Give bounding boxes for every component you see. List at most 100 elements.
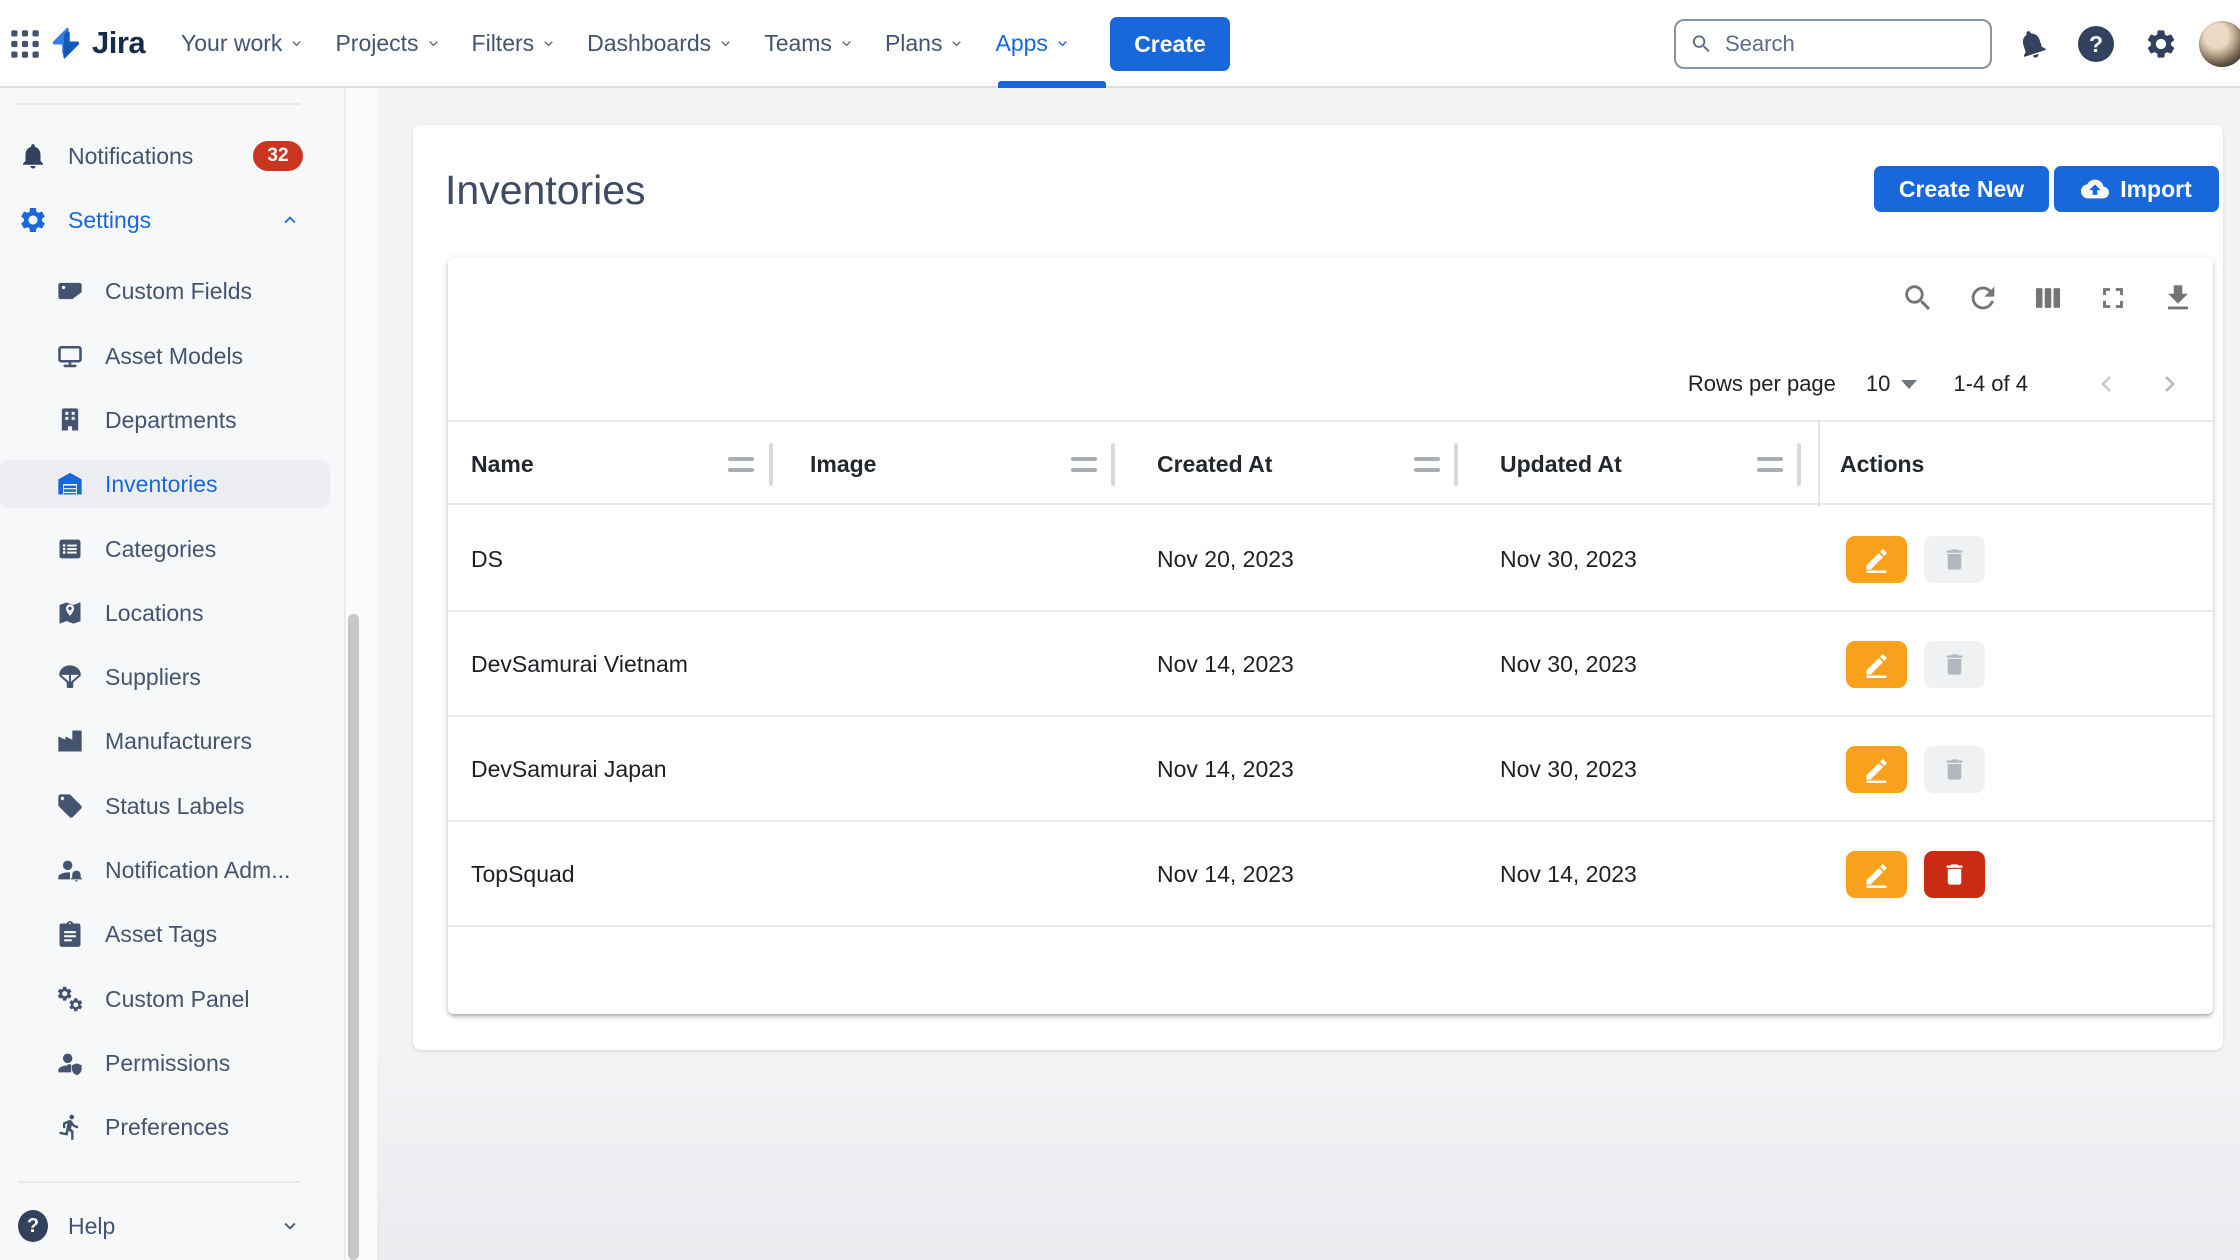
next-page-button[interactable] — [2150, 364, 2190, 404]
map-pin-icon — [55, 598, 85, 628]
table-toolbar — [1901, 258, 2195, 338]
sidebar-item-status-labels[interactable]: Status Labels — [0, 782, 345, 830]
column-resize-handle[interactable] — [1454, 443, 1458, 486]
column-header-name[interactable]: Name — [471, 422, 534, 507]
table-refresh-icon[interactable] — [1966, 281, 2000, 315]
nav-plans[interactable]: Plans — [885, 30, 966, 57]
column-header-updated-at[interactable]: Updated At — [1500, 422, 1622, 507]
create-new-button[interactable]: Create New — [1874, 166, 2049, 212]
sidebar-item-asset-tags[interactable]: Asset Tags — [0, 910, 345, 958]
pencil-icon — [1863, 756, 1890, 783]
monitor-icon — [55, 341, 85, 371]
table-row[interactable]: TopSquad Nov 14, 2023 Nov 14, 2023 — [448, 822, 2213, 927]
column-menu-icon[interactable] — [1071, 450, 1100, 479]
nav-projects[interactable]: Projects — [335, 30, 441, 57]
table-header-row: Name Image Created At Updated At Actions — [448, 420, 2213, 505]
sidebar-item-custom-panel[interactable]: Custom Panel — [0, 975, 345, 1023]
question-circle-icon: ? — [18, 1211, 48, 1241]
user-avatar[interactable] — [2199, 21, 2240, 67]
pencil-icon — [1863, 651, 1890, 678]
column-menu-icon[interactable] — [1757, 450, 1786, 479]
column-header-created-at[interactable]: Created At — [1157, 422, 1272, 507]
table-search-icon[interactable] — [1901, 281, 1935, 315]
chevron-down-icon — [425, 35, 442, 52]
edit-button[interactable] — [1846, 746, 1907, 793]
nav-dashboards[interactable]: Dashboards — [587, 30, 734, 57]
sidebar-item-custom-fields[interactable]: Custom Fields — [0, 267, 345, 315]
cell-created-at: Nov 14, 2023 — [1157, 717, 1294, 822]
sidebar-divider — [18, 103, 300, 105]
rows-per-page-select[interactable]: 10 — [1866, 371, 1917, 397]
cell-updated-at: Nov 30, 2023 — [1500, 612, 1637, 717]
sidebar-item-suppliers[interactable]: Suppliers — [0, 653, 345, 701]
sidebar-item-asset-models[interactable]: Asset Models — [0, 332, 345, 380]
sidebar-item-locations[interactable]: Locations — [0, 589, 345, 637]
chevron-down-icon — [1054, 35, 1071, 52]
table-row[interactable]: DS Nov 20, 2023 Nov 30, 2023 — [448, 507, 2213, 612]
table-row[interactable]: DevSamurai Vietnam Nov 14, 2023 Nov 30, … — [448, 612, 2213, 717]
column-resize-handle[interactable] — [1111, 443, 1115, 486]
column-menu-icon[interactable] — [728, 450, 757, 479]
sidebar-item-label: Notifications — [68, 143, 193, 170]
edit-button[interactable] — [1846, 536, 1907, 583]
sidebar-item-departments[interactable]: Departments — [0, 396, 345, 444]
sidebar-item-manufacturers[interactable]: Manufacturers — [0, 717, 345, 765]
sidebar-item-permissions[interactable]: Permissions — [0, 1039, 345, 1087]
nav-filters[interactable]: Filters — [472, 30, 558, 57]
sidebar-item-notifications[interactable]: Notifications 32 — [0, 132, 345, 180]
delete-button[interactable] — [1924, 641, 1985, 688]
previous-page-button[interactable] — [2086, 364, 2126, 404]
chevron-down-icon — [279, 1215, 301, 1237]
create-button[interactable]: Create — [1110, 17, 1230, 71]
warehouse-icon — [55, 469, 85, 499]
column-menu-icon[interactable] — [1414, 450, 1443, 479]
sidebar-item-preferences[interactable]: Preferences — [0, 1103, 345, 1151]
delete-button[interactable] — [1924, 746, 1985, 793]
pencil-icon — [1863, 861, 1890, 888]
sidebar-item-settings[interactable]: Settings — [0, 196, 345, 244]
clipboard-icon — [55, 919, 85, 949]
table-columns-icon[interactable] — [2031, 281, 2065, 315]
sidebar-item-inventories[interactable]: Inventories — [0, 460, 330, 508]
delete-button[interactable] — [1924, 851, 1985, 898]
nav-teams[interactable]: Teams — [764, 30, 855, 57]
edit-button[interactable] — [1846, 851, 1907, 898]
jira-logo-text: Jira — [92, 25, 145, 61]
table-empty-area — [448, 927, 2213, 1014]
help-button[interactable]: ? — [2076, 0, 2116, 88]
table-row[interactable]: DevSamurai Japan Nov 14, 2023 Nov 30, 20… — [448, 717, 2213, 822]
main-content: Inventories Create New Import — [377, 88, 2240, 1260]
edit-button[interactable] — [1846, 641, 1907, 688]
table-download-icon[interactable] — [2161, 281, 2195, 315]
delete-button[interactable] — [1924, 536, 1985, 583]
table-fullscreen-icon[interactable] — [2096, 281, 2130, 315]
building-icon — [55, 405, 85, 435]
gear-icon — [18, 205, 48, 235]
tag-icon — [55, 791, 85, 821]
cell-name: DevSamurai Vietnam — [471, 612, 688, 717]
nav-apps[interactable]: Apps — [995, 30, 1070, 57]
app-switcher-icon[interactable] — [10, 29, 40, 59]
notifications-bell-button[interactable] — [2012, 0, 2052, 88]
settings-gear-button[interactable] — [2141, 0, 2181, 88]
sidebar-item-categories[interactable]: Categories — [0, 525, 345, 573]
column-resize-handle[interactable] — [769, 443, 773, 486]
column-header-actions[interactable]: Actions — [1840, 422, 1924, 507]
sidebar: Notifications 32 Settings Custom Fields … — [0, 88, 345, 1260]
chevron-down-icon — [948, 35, 965, 52]
import-button[interactable]: Import — [2054, 166, 2219, 212]
user-bell-icon — [55, 855, 85, 885]
column-header-image[interactable]: Image — [810, 422, 876, 507]
chevron-right-icon — [2154, 368, 2186, 400]
primary-nav: Your work Projects Filters Dashboards Te… — [181, 0, 1071, 86]
inventories-card: Inventories Create New Import — [413, 125, 2223, 1050]
jira-logo[interactable]: Jira — [48, 25, 145, 61]
search-input[interactable] — [1723, 30, 1976, 58]
sidebar-item-help[interactable]: ? Help — [0, 1202, 345, 1250]
column-resize-handle[interactable] — [1797, 443, 1801, 486]
chevron-down-icon — [540, 35, 557, 52]
sidebar-scrollbar[interactable] — [348, 614, 359, 1260]
app-header: Jira Your work Projects Filters Dashboar… — [0, 0, 2240, 88]
nav-your-work[interactable]: Your work — [181, 30, 305, 57]
sidebar-item-notification-admin[interactable]: Notification Adm... — [0, 846, 345, 894]
